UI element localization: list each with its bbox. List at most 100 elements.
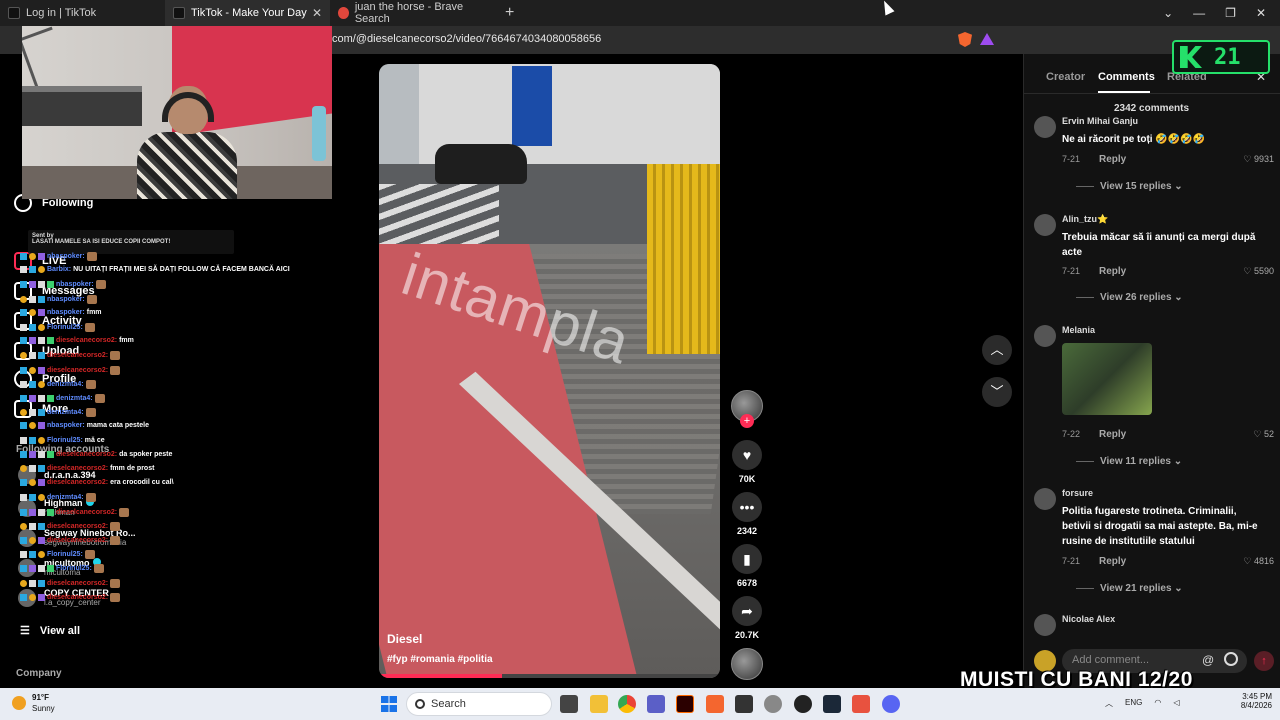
chat-username: Barbix: bbox=[47, 266, 72, 274]
browser-tab-login[interactable]: Log in | TikTok bbox=[0, 0, 165, 26]
chat-badge-icon bbox=[20, 266, 27, 274]
comment-username[interactable]: Melania bbox=[1062, 325, 1095, 335]
brave-shield-icon[interactable] bbox=[958, 32, 972, 47]
maximize-icon[interactable]: ❐ bbox=[1225, 6, 1236, 20]
comment-username[interactable]: Ervin Mihai Ganju bbox=[1062, 116, 1138, 126]
video-yellow-barrier bbox=[647, 164, 720, 354]
chat-badge-icon bbox=[29, 409, 36, 417]
taskbar-clock[interactable]: 3:45 PM 8/4/2026 bbox=[1236, 692, 1272, 710]
music-disc-button[interactable] bbox=[731, 648, 763, 680]
chat-username: denizmta4: bbox=[47, 409, 84, 417]
tab-comments[interactable]: Comments bbox=[1098, 71, 1155, 83]
chat-badge-icon bbox=[29, 508, 36, 516]
comment-like-button[interactable]: ♡ 9931 bbox=[1243, 154, 1274, 165]
video-hashtags[interactable]: #fyp #romania #politia bbox=[387, 654, 493, 665]
close-window-icon[interactable]: ✕ bbox=[1256, 6, 1266, 20]
avatar[interactable] bbox=[1034, 488, 1056, 510]
tab-title: Log in | TikTok bbox=[26, 7, 97, 19]
settings-gear-icon[interactable] bbox=[764, 695, 782, 713]
sun-icon bbox=[12, 696, 26, 710]
browser-tab-brave-search[interactable]: juan the horse - Brave Search bbox=[330, 0, 495, 26]
comment-like-button[interactable]: ♡ 4816 bbox=[1243, 556, 1274, 567]
comment-username[interactable]: forsure bbox=[1062, 488, 1093, 498]
obs-icon[interactable] bbox=[735, 695, 753, 713]
tab-creator[interactable]: Creator bbox=[1046, 71, 1085, 83]
chat-badge-icon bbox=[47, 508, 54, 516]
chat-badge-icon bbox=[20, 579, 27, 587]
video-progress-fill bbox=[379, 674, 502, 678]
share-button[interactable]: ➦ 20.7K bbox=[731, 596, 763, 640]
chat-username: denizmta4: bbox=[47, 494, 84, 502]
stream-counter-overlay: 21 bbox=[1172, 40, 1270, 74]
reply-button[interactable]: Reply bbox=[1099, 556, 1126, 567]
comment-like-button[interactable]: ♡ 5590 bbox=[1243, 266, 1274, 277]
comment-button[interactable]: ••• 2342 bbox=[731, 492, 763, 536]
video-progress-bar[interactable] bbox=[379, 674, 720, 678]
chat-line: denizmta4: bbox=[20, 379, 96, 389]
app-icon[interactable] bbox=[823, 695, 841, 713]
chat-badge-icon bbox=[20, 295, 27, 303]
emote-icon bbox=[110, 521, 121, 531]
discord-icon[interactable] bbox=[882, 695, 900, 713]
reply-button[interactable]: Reply bbox=[1099, 429, 1126, 440]
wifi-icon[interactable]: ◠ bbox=[1154, 698, 1161, 709]
view-replies-button[interactable]: View 15 replies ⌄ bbox=[1076, 181, 1183, 192]
reply-button[interactable]: Reply bbox=[1099, 266, 1126, 277]
view-replies-button[interactable]: View 26 replies ⌄ bbox=[1076, 292, 1183, 303]
teams-icon[interactable] bbox=[647, 695, 665, 713]
company-link[interactable]: Company bbox=[16, 668, 62, 679]
chat-message: mă ce bbox=[84, 436, 105, 444]
mention-icon[interactable]: @ bbox=[1202, 653, 1214, 667]
tab-title: TikTok - Make Your Day bbox=[191, 7, 307, 19]
comment-like-button[interactable]: ♡ 52 bbox=[1253, 429, 1274, 440]
app-icon[interactable] bbox=[852, 695, 870, 713]
next-video-button[interactable]: ﹀ bbox=[982, 377, 1012, 407]
chat-badge-icon bbox=[47, 281, 54, 289]
language-indicator[interactable]: ENG bbox=[1125, 698, 1142, 709]
comment-text: Ne ai răcorit pe toți 🤣🤣🤣🤣 bbox=[1062, 134, 1206, 145]
taskbar-search[interactable]: Search bbox=[406, 692, 552, 716]
windows-start-icon[interactable] bbox=[381, 696, 397, 712]
tab-search-icon[interactable]: ⌄ bbox=[1163, 6, 1173, 20]
chat-badge-icon bbox=[38, 409, 45, 417]
video-player[interactable]: intampla Diesel #fyp #romania #politia bbox=[379, 64, 720, 678]
steam-icon[interactable] bbox=[794, 695, 812, 713]
chat-message: mama cata pestele bbox=[86, 422, 149, 430]
file-explorer-icon[interactable] bbox=[590, 695, 608, 713]
chrome-icon[interactable] bbox=[618, 695, 636, 713]
avatar[interactable] bbox=[1034, 614, 1056, 636]
follow-plus-icon[interactable]: + bbox=[740, 414, 754, 428]
volume-icon[interactable]: ◁ bbox=[1173, 698, 1179, 709]
creator-avatar-button[interactable]: + bbox=[731, 390, 763, 428]
previous-video-button[interactable]: ︿ bbox=[982, 335, 1012, 365]
url-field[interactable]: com/@dieselcanecorso2/video/766467403408… bbox=[332, 33, 601, 45]
save-button[interactable]: ▮ 6678 bbox=[731, 544, 763, 588]
new-tab-icon[interactable]: + bbox=[495, 4, 524, 22]
task-view-icon[interactable] bbox=[560, 695, 578, 713]
view-replies-button[interactable]: View 11 replies ⌄ bbox=[1076, 456, 1182, 467]
minimize-icon[interactable]: — bbox=[1193, 6, 1205, 20]
avatar[interactable] bbox=[1034, 214, 1056, 236]
illustrator-icon[interactable] bbox=[676, 695, 694, 713]
comment-image[interactable] bbox=[1062, 343, 1152, 415]
browser-tab-tiktok[interactable]: TikTok - Make Your Day ✕ bbox=[165, 0, 330, 26]
brave-rewards-icon[interactable] bbox=[980, 33, 994, 45]
close-tab-icon[interactable]: ✕ bbox=[312, 6, 322, 20]
view-replies-button[interactable]: View 21 replies ⌄ bbox=[1076, 583, 1183, 594]
comment-username[interactable]: Nicolae Alex bbox=[1062, 614, 1115, 624]
comment-username[interactable]: Alin_tzu⭐ bbox=[1062, 214, 1108, 225]
tray-overflow-icon[interactable]: ︿ bbox=[1105, 698, 1113, 709]
avatar[interactable] bbox=[1034, 116, 1056, 138]
chat-badge-icon bbox=[29, 522, 36, 530]
chat-badge-icon bbox=[38, 522, 45, 530]
reply-button[interactable]: Reply bbox=[1099, 154, 1126, 165]
video-author[interactable]: Diesel bbox=[387, 632, 422, 646]
emoji-icon[interactable] bbox=[1224, 652, 1238, 666]
chat-badge-icon bbox=[29, 494, 36, 502]
view-all-button[interactable]: ☰ View all bbox=[20, 624, 80, 638]
brave-icon[interactable] bbox=[706, 695, 724, 713]
avatar[interactable] bbox=[1034, 325, 1056, 347]
like-button[interactable]: ♥ 70K bbox=[731, 440, 763, 484]
share-arrow-icon: ➦ bbox=[732, 596, 762, 626]
search-icon bbox=[415, 699, 425, 709]
